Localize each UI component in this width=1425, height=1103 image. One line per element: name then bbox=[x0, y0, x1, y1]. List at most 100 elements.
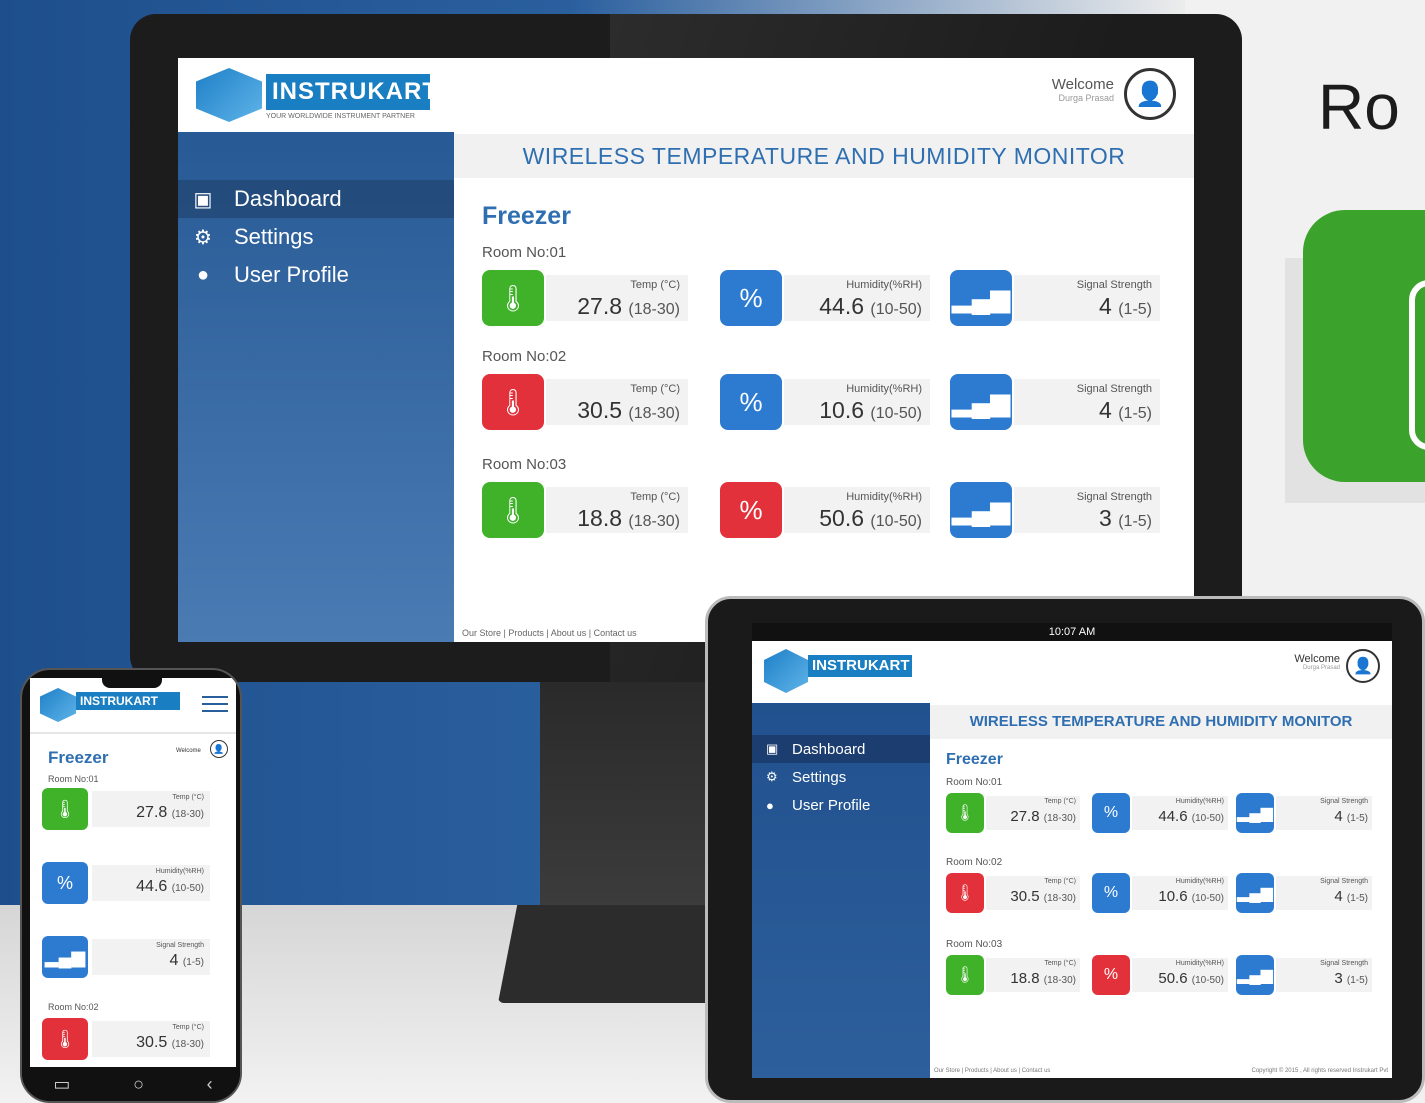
welcome-text: Welcome bbox=[1294, 653, 1340, 665]
temp-range: (18-30) bbox=[171, 809, 204, 820]
metric-label: Humidity(%RH) bbox=[1175, 878, 1224, 885]
sidebar-nav: ▣ Dashboard ⚙ Settings ● User Profile bbox=[752, 735, 930, 819]
humidity-value: 10.6 bbox=[819, 397, 865, 423]
signal-value: 4 bbox=[1099, 397, 1112, 423]
avatar[interactable]: 👤 bbox=[1124, 68, 1176, 120]
signal-tile[interactable]: ▂▄▆ Signal Strength 4 (1-5) bbox=[950, 374, 1160, 430]
humidity-range: (10-50) bbox=[171, 883, 204, 894]
logo-text: INSTRUKART bbox=[76, 692, 180, 710]
humidity-tile[interactable]: % Humidity(%RH) 10.6 (10-50) bbox=[720, 374, 930, 430]
tablet-screen: 10:07 AM INSTRUKART ▣ Dashboard ⚙ Settings… bbox=[752, 623, 1392, 1078]
humidity-icon: % bbox=[42, 862, 88, 904]
signal-tile[interactable]: ▂▄▆ Signal Strength 4 (1-5) bbox=[950, 270, 1160, 326]
sidebar-item-label: Settings bbox=[234, 224, 314, 249]
temp-range: (18-30) bbox=[171, 1039, 204, 1050]
hamburger-menu-icon[interactable] bbox=[202, 696, 228, 712]
metric-label: Signal Strength bbox=[1320, 960, 1368, 967]
phone-screen: INSTRUKART Freezer Welcome 👤 Room No:01 … bbox=[30, 678, 236, 1070]
signal-tile[interactable]: ▂▄▆ Signal Strength 3 (1-5) bbox=[1236, 955, 1372, 995]
footer-links[interactable]: Our Store | Products | About us | Contac… bbox=[934, 1068, 1050, 1074]
desktop-monitor: INSTRUKART YOUR WORLDWIDE INSTRUMENT PAR… bbox=[130, 14, 1242, 682]
humidity-value: 50.6 bbox=[819, 505, 865, 531]
signal-range: (1-5) bbox=[1346, 975, 1368, 986]
home-icon[interactable]: ○ bbox=[133, 1074, 144, 1095]
humidity-value: 50.6 bbox=[1158, 970, 1188, 987]
recent-apps-icon[interactable]: ▭ bbox=[53, 1074, 70, 1095]
temp-tile[interactable]: 🌡 Temp (°C) 27.8 (18-30) bbox=[42, 788, 210, 830]
temp-tile[interactable]: 🌡 Temp (°C) 27.8 (18-30) bbox=[482, 270, 688, 326]
room-label: Room No:01 bbox=[48, 774, 99, 784]
signal-value: 4 bbox=[1099, 293, 1112, 319]
metric-label: Temp (°C) bbox=[630, 279, 680, 291]
user-icon: 👤 bbox=[213, 743, 225, 754]
section-title: Freezer bbox=[946, 751, 1003, 768]
room-label: Room No:03 bbox=[946, 939, 1003, 950]
humidity-range: (10-50) bbox=[870, 405, 922, 422]
sidebar-item-user-profile[interactable]: ● User Profile bbox=[752, 791, 930, 819]
temp-tile[interactable]: 🌡 Temp (°C) 18.8 (18-30) bbox=[946, 955, 1080, 995]
humidity-tile[interactable]: % Humidity(%RH) 50.6 (10-50) bbox=[720, 482, 930, 538]
temp-tile[interactable]: 🌡 Temp (°C) 18.8 (18-30) bbox=[482, 482, 688, 538]
signal-tile[interactable]: ▂▄▆ Signal Strength 4 (1-5) bbox=[1236, 873, 1372, 913]
signal-value: 4 bbox=[1334, 888, 1343, 905]
sidebar-item-label: Settings bbox=[792, 768, 847, 786]
temp-value: 30.5 bbox=[577, 397, 623, 423]
temp-tile[interactable]: 🌡 Temp (°C) 27.8 (18-30) bbox=[946, 793, 1080, 833]
thermometer-icon: 🌡 bbox=[482, 482, 544, 538]
user-circle-icon: ● bbox=[196, 263, 210, 286]
humidity-range: (10-50) bbox=[1191, 893, 1224, 904]
temp-tile[interactable]: 🌡 Temp (°C) 30.5 (18-30) bbox=[42, 1018, 210, 1060]
logo[interactable]: INSTRUKART YOUR WORLDWIDE INSTRUMENT PAR… bbox=[178, 58, 454, 132]
temp-value: 27.8 bbox=[1010, 808, 1040, 825]
humidity-tile[interactable]: % Humidity(%RH) 44.6 (10-50) bbox=[1092, 793, 1228, 833]
sidebar-item-user-profile[interactable]: ● User Profile bbox=[178, 256, 454, 294]
desktop-screen: INSTRUKART YOUR WORLDWIDE INSTRUMENT PAR… bbox=[178, 58, 1194, 642]
signal-tile[interactable]: ▂▄▆ Signal Strength 4 (1-5) bbox=[42, 936, 210, 978]
thermometer-icon: 🌡 bbox=[946, 873, 984, 913]
temp-tile[interactable]: 🌡 Temp (°C) 30.5 (18-30) bbox=[946, 873, 1080, 913]
logo[interactable]: INSTRUKART bbox=[752, 641, 930, 703]
humidity-icon: % bbox=[720, 482, 782, 538]
temp-value: 27.8 bbox=[577, 293, 623, 319]
sidebar: INSTRUKART YOUR WORLDWIDE INSTRUMENT PAR… bbox=[178, 58, 454, 642]
sidebar-item-dashboard[interactable]: ▣ Dashboard bbox=[178, 180, 454, 218]
logo-mark-icon bbox=[196, 68, 262, 122]
metric-label: Temp (°C) bbox=[630, 383, 680, 395]
humidity-icon: % bbox=[1092, 793, 1130, 833]
humidity-tile[interactable]: % Humidity(%RH) 44.6 (10-50) bbox=[720, 270, 930, 326]
metric-label: Signal Strength bbox=[1320, 878, 1368, 885]
monitor-base bbox=[498, 905, 738, 1003]
thermometer-icon: 🌡 bbox=[482, 270, 544, 326]
user-name: Durga Prasad bbox=[1302, 665, 1340, 671]
sidebar-item-settings[interactable]: ⚙ Settings bbox=[178, 218, 454, 256]
metric-label: Temp (°C) bbox=[630, 491, 680, 503]
signal-tile[interactable]: ▂▄▆ Signal Strength 3 (1-5) bbox=[950, 482, 1160, 538]
room-label: Room No:01 bbox=[946, 777, 1003, 788]
signal-tile[interactable]: ▂▄▆ Signal Strength 4 (1-5) bbox=[1236, 793, 1372, 833]
section-title: Freezer bbox=[48, 748, 109, 767]
metric-label: Humidity(%RH) bbox=[846, 383, 922, 395]
humidity-tile[interactable]: % Humidity(%RH) 10.6 (10-50) bbox=[1092, 873, 1228, 913]
sidebar-item-dashboard[interactable]: ▣ Dashboard bbox=[752, 735, 930, 763]
metric-label: Humidity(%RH) bbox=[155, 868, 204, 875]
temp-tile[interactable]: 🌡 Temp (°C) 30.5 (18-30) bbox=[482, 374, 688, 430]
clock: 10:07 AM bbox=[1048, 626, 1096, 638]
avatar[interactable]: 👤 bbox=[210, 740, 228, 758]
metric-label: Humidity(%RH) bbox=[846, 491, 922, 503]
signal-bars-icon: ▂▄▆ bbox=[1236, 955, 1274, 995]
room-label: Room No:03 bbox=[482, 456, 567, 473]
temp-range: (18-30) bbox=[628, 301, 680, 318]
room-label: Room No:02 bbox=[482, 348, 567, 365]
footer-links[interactable]: Our Store | Products | About us | Contac… bbox=[462, 628, 637, 638]
signal-range: (1-5) bbox=[182, 957, 204, 968]
humidity-range: (10-50) bbox=[870, 301, 922, 318]
sidebar-item-settings[interactable]: ⚙ Settings bbox=[752, 763, 930, 791]
signal-value: 4 bbox=[169, 952, 179, 969]
back-icon[interactable]: ‹ bbox=[207, 1074, 213, 1095]
avatar[interactable]: 👤 bbox=[1346, 649, 1380, 683]
humidity-tile[interactable]: % Humidity(%RH) 50.6 (10-50) bbox=[1092, 955, 1228, 995]
signal-bars-icon: ▂▄▆ bbox=[1236, 873, 1274, 913]
humidity-tile[interactable]: % Humidity(%RH) 44.6 (10-50) bbox=[42, 862, 210, 904]
sidebar-item-label: Dashboard bbox=[234, 186, 342, 211]
copyright: Copyright © 2015 , All rights reserved I… bbox=[1251, 1068, 1388, 1074]
